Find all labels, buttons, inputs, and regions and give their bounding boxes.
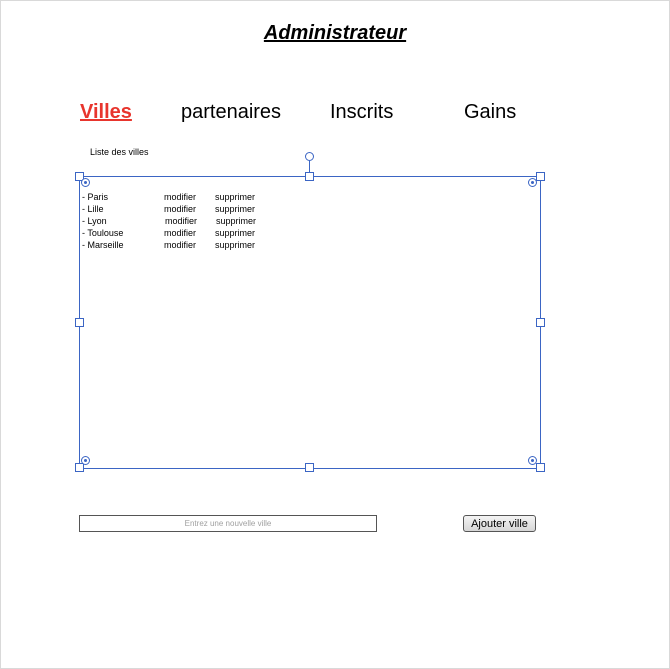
city-name: - Paris [82,192,109,202]
rotate-handle-stem [309,161,310,172]
delete-city-link[interactable]: supprimer [216,215,256,227]
corner-point-icon [81,178,90,187]
add-city-button[interactable]: Ajouter ville [463,515,536,532]
page-title: Administrateur [263,22,407,44]
modify-city-link[interactable]: modifier [164,239,196,251]
modify-city-link[interactable]: modifier [164,191,196,203]
tab-inscrits[interactable]: Inscrits [330,99,393,125]
corner-point-icon [528,178,537,187]
corner-point-icon [528,456,537,465]
city-name: - Toulouse [82,228,124,238]
resize-handle-bottom-right[interactable] [536,463,545,472]
delete-city-link[interactable]: supprimer [215,239,255,251]
tab-gains[interactable]: Gains [464,99,516,125]
city-list-box [79,176,541,469]
new-city-input[interactable] [79,515,377,532]
resize-handle-top-right[interactable] [536,172,545,181]
resize-handle-left[interactable] [75,318,84,327]
modify-city-link[interactable]: modifier [165,215,197,227]
city-list-label: Liste des villes [90,147,149,157]
city-name: - Lyon [82,216,107,226]
corner-point-icon [81,456,90,465]
modify-city-link[interactable]: modifier [164,227,196,239]
tab-partenaires[interactable]: partenaires [181,99,281,125]
rotate-handle[interactable] [305,152,314,161]
delete-city-link[interactable]: supprimer [215,227,255,239]
modify-city-link[interactable]: modifier [164,203,196,215]
resize-handle-right[interactable] [536,318,545,327]
city-name: - Marseille [82,240,124,250]
tab-villes[interactable]: Villes [80,99,132,125]
delete-city-link[interactable]: supprimer [215,191,255,203]
city-name: - Lille [82,204,104,214]
resize-handle-top[interactable] [305,172,314,181]
resize-handle-bottom[interactable] [305,463,314,472]
delete-city-link[interactable]: supprimer [215,203,255,215]
